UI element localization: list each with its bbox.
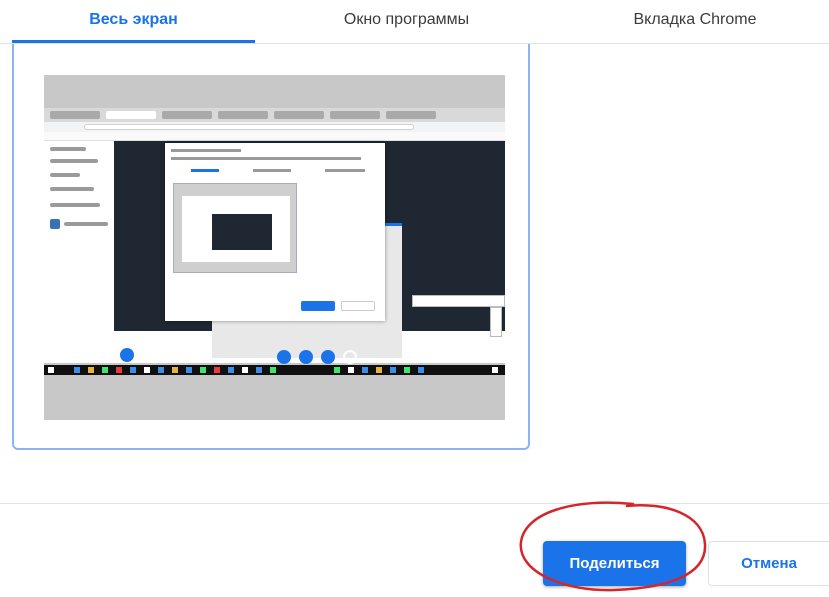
thumbnail-add-icon — [120, 348, 134, 362]
cancel-button[interactable]: Отмена — [708, 541, 829, 586]
thumbnail-end-icon — [343, 350, 357, 364]
thumbnail-camera-icon — [299, 350, 313, 364]
source-tabs: Весь экран Окно программы Вкладка Chrome — [0, 0, 829, 44]
tab-application-window[interactable]: Окно программы — [285, 0, 528, 44]
thumbnail-share-icon — [321, 350, 335, 364]
thumbnail-bookmarks-bar — [44, 132, 505, 141]
screen-thumbnail — [44, 75, 505, 420]
thumbnail-taskbar — [44, 365, 505, 375]
thumbnail-left-pane — [44, 141, 114, 331]
share-button[interactable]: Поделиться — [543, 541, 686, 586]
thumbnail-share-dialog — [165, 143, 385, 321]
tab-chrome-tab[interactable]: Вкладка Chrome — [570, 0, 820, 44]
thumbnail-side-toolbar — [490, 307, 502, 337]
thumbnail-desktop — [44, 108, 505, 364]
active-tab-indicator — [12, 40, 255, 43]
thumbnail-address-bar — [44, 122, 505, 132]
thumbnail-mic-icon — [277, 350, 291, 364]
tab-entire-screen[interactable]: Весь экран — [12, 0, 255, 44]
thumbnail-browser-tabs — [44, 108, 505, 122]
thumbnail-drawing-toolbar — [412, 295, 505, 307]
screen-option-card[interactable] — [12, 44, 530, 450]
footer-divider — [0, 503, 829, 504]
